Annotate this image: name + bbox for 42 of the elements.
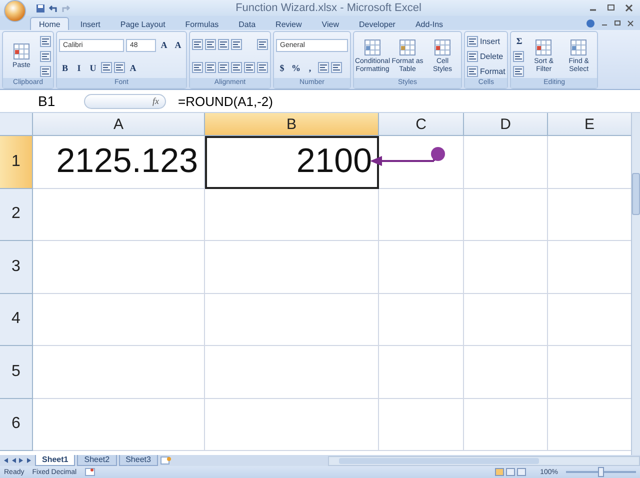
ribbon-tab[interactable]: Page Layout (111, 17, 174, 30)
ribbon-tab[interactable]: View (312, 17, 348, 30)
row-header[interactable]: 2 (0, 188, 33, 241)
sheet-tab[interactable]: Sheet1 (35, 455, 76, 466)
ribbon-button[interactable]: A (127, 62, 139, 74)
ribbon-button[interactable]: , (304, 62, 316, 74)
ribbon-tab[interactable]: Developer (350, 17, 404, 30)
name-box[interactable]: B1 (0, 93, 80, 109)
ribbon-button[interactable]: Σ (513, 35, 526, 48)
ribbon-button[interactable]: I (73, 62, 85, 74)
ribbon-button[interactable]: Format (467, 66, 506, 76)
column-header[interactable]: E (548, 113, 631, 136)
ribbon-button[interactable]: % (290, 62, 302, 74)
ribbon-tab[interactable]: Insert (71, 17, 110, 30)
sheet-tab[interactable]: Sheet2 (77, 455, 117, 466)
column-header[interactable]: C (379, 113, 464, 136)
table-cell[interactable]: 2100 (205, 136, 379, 188)
row-header[interactable]: 6 (0, 398, 33, 451)
column-header[interactable]: D (464, 113, 548, 136)
column-header[interactable]: A (33, 113, 205, 136)
row-header[interactable]: 3 (0, 241, 33, 294)
ribbon-tab[interactable]: Home (30, 17, 70, 30)
ribbon-button[interactable]: $ (276, 62, 288, 74)
sheet-tab[interactable]: Sheet3 (118, 455, 158, 466)
ribbon-button[interactable]: A (158, 38, 170, 50)
ribbon-tab[interactable]: Review (266, 17, 311, 30)
ribbon-button[interactable]: Delete (467, 50, 504, 62)
row-header[interactable]: 4 (0, 294, 33, 346)
ribbon-tab[interactable]: Formulas (176, 17, 228, 30)
table-cell[interactable]: 2125.123 (33, 136, 205, 188)
ribbon-button[interactable]: B (59, 62, 71, 74)
row-header[interactable]: 5 (0, 346, 33, 398)
ribbon-button[interactable]: U (87, 62, 99, 74)
ribbon-button[interactable]: Insert (467, 36, 500, 46)
insert-function-button[interactable]: fx (152, 96, 159, 106)
column-header[interactable]: B (205, 113, 379, 136)
formula-field[interactable]: =ROUND(A1,-2) (170, 94, 640, 108)
ribbon-tab[interactable]: Add-Ins (406, 17, 452, 30)
ribbon-button[interactable]: A (172, 38, 184, 50)
window-title: Function Wizard.xlsx - Microsoft Excel (234, 2, 422, 14)
row-header[interactable]: 1 (0, 136, 33, 188)
ribbon-tab[interactable]: Data (230, 17, 265, 30)
